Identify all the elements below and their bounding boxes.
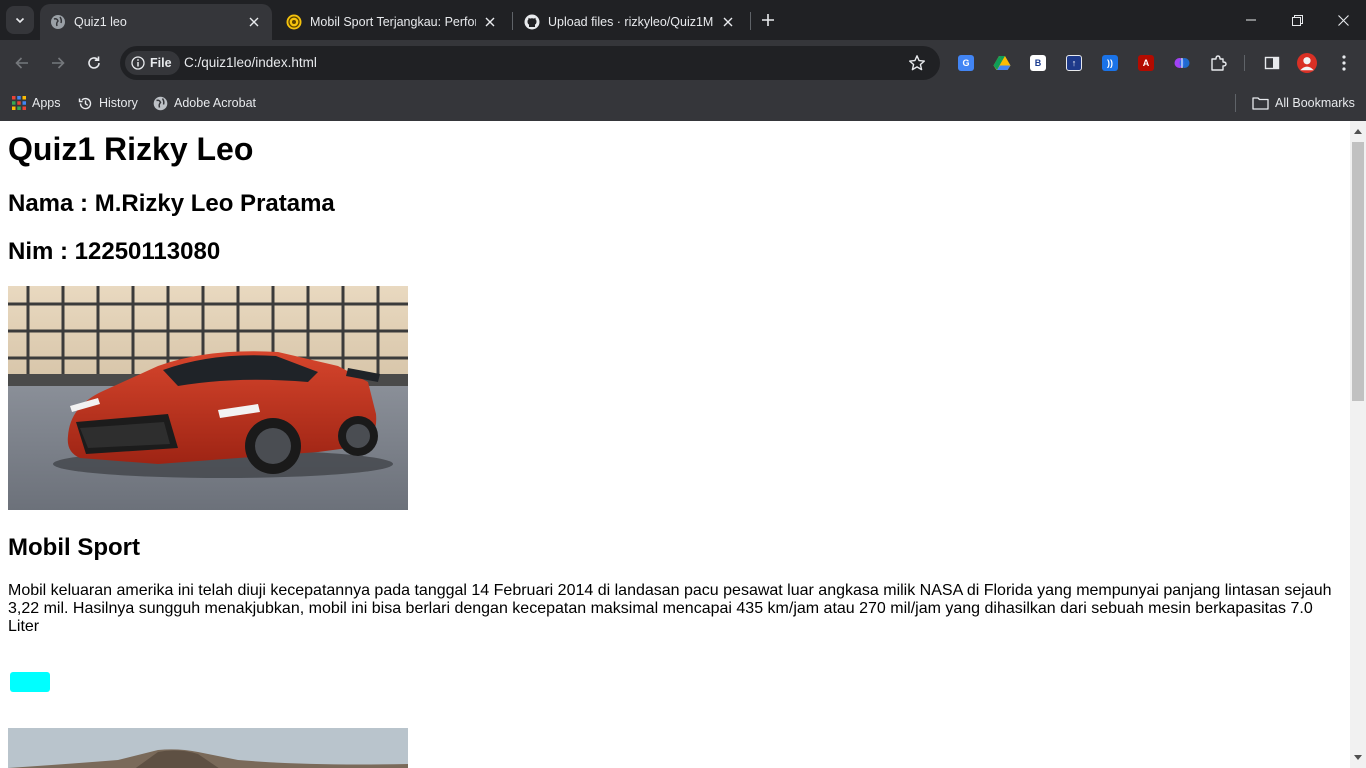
bookmark-label: Adobe Acrobat [174, 96, 257, 110]
cyan-button[interactable] [10, 672, 50, 692]
upload-ext-icon[interactable]: ↑ [1064, 53, 1084, 73]
scrollbar-thumb[interactable] [1352, 142, 1364, 401]
close-window-button[interactable] [1320, 0, 1366, 40]
toolbar-separator [1244, 55, 1245, 71]
bookmark-apps[interactable]: Apps [12, 92, 61, 114]
reload-icon [88, 56, 100, 69]
tab-strip: Quiz1 leo Mobil Sport Terjangkau: Perfor… [0, 0, 1366, 40]
section-title: Mobil Sport [8, 534, 140, 561]
url-text[interactable]: C:/quiz1leo/index.html [184, 55, 317, 70]
chip-label: File [150, 56, 172, 70]
history-icon [78, 97, 92, 109]
tab-separator [512, 12, 513, 30]
google-translate-icon[interactable]: G [956, 53, 976, 73]
scroll-down-arrow-icon[interactable] [1350, 750, 1366, 766]
mountain-image [8, 728, 408, 768]
back-button[interactable] [10, 51, 34, 75]
bookmark-adobe-acrobat[interactable]: Adobe Acrobat [153, 92, 256, 114]
reload-button[interactable] [82, 51, 106, 75]
all-bookmarks-button[interactable]: All Bookmarks [1252, 92, 1355, 114]
car-description: Mobil keluaran amerika ini telah diuji k… [8, 582, 1332, 635]
globe-icon [51, 15, 65, 29]
new-tab-button[interactable] [758, 10, 778, 30]
student-name: Nama : M.Rizky Leo Pratama [8, 190, 335, 217]
chevron-down-icon [15, 17, 25, 24]
student-nim: Nim : 12250113080 [8, 238, 221, 265]
close-tab-icon[interactable] [482, 14, 498, 30]
tab-title: Upload files · rizkyleo/Quiz1M.R [548, 15, 714, 29]
tab-title: Quiz1 leo [74, 15, 127, 29]
adobe-acrobat-icon[interactable]: A [1136, 53, 1156, 73]
bookmarks-separator [1235, 94, 1236, 112]
tab-mobil-sport[interactable]: Mobil Sport Terjangkau: Perform [276, 4, 508, 40]
bookmark-b-icon[interactable]: B [1028, 53, 1048, 73]
tab-title: Mobil Sport Terjangkau: Perform [310, 15, 476, 29]
tab-quiz1-leo[interactable]: Quiz1 leo [40, 4, 272, 40]
back-arrow-icon [15, 57, 28, 69]
apps-grid-icon [12, 96, 26, 110]
side-panel-icon[interactable] [1262, 53, 1282, 73]
minimize-icon [1246, 19, 1256, 21]
all-bookmarks-label: All Bookmarks [1275, 96, 1355, 110]
sports-car-image [8, 286, 408, 510]
close-tab-icon[interactable] [720, 14, 736, 30]
folder-icon [1252, 97, 1269, 110]
page-title: Quiz1 Rizky Leo [8, 131, 254, 167]
avatar[interactable] [1297, 53, 1317, 73]
close-tab-icon[interactable] [246, 14, 262, 30]
google-drive-icon[interactable] [992, 53, 1012, 73]
bookmark-label: History [99, 96, 138, 110]
forward-arrow-icon [52, 57, 65, 69]
bookmark-label: Apps [32, 96, 61, 110]
page-scrollbar[interactable] [1350, 121, 1366, 768]
bookmark-star-icon[interactable] [908, 54, 926, 72]
restore-button[interactable] [1274, 0, 1320, 40]
address-bar[interactable]: File C:/quiz1leo/index.html [120, 46, 940, 80]
tab-search-button[interactable] [6, 6, 34, 34]
github-icon [524, 14, 540, 30]
close-icon [1337, 14, 1349, 26]
bookmark-history[interactable]: History [78, 92, 138, 114]
tab-github-upload[interactable]: Upload files · rizkyleo/Quiz1M.R [514, 4, 746, 40]
scroll-up-arrow-icon[interactable] [1350, 123, 1366, 139]
globe-icon [153, 96, 168, 110]
wireless-ext-icon[interactable]: )) [1100, 53, 1120, 73]
plus-icon [762, 14, 774, 26]
site-logo-icon [286, 14, 302, 30]
site-info-chip[interactable]: File [125, 51, 180, 75]
page-viewport: Quiz1 Rizky Leo Nama : M.Rizky Leo Prata… [0, 121, 1350, 768]
browser-toolbar: File C:/quiz1leo/index.html G B ↑ )) A [0, 40, 1366, 86]
minimize-button[interactable] [1228, 0, 1274, 40]
tab-separator [750, 12, 751, 30]
brain-ext-icon[interactable] [1172, 53, 1192, 73]
puzzle-extensions-icon[interactable] [1208, 53, 1228, 73]
restore-icon [1291, 14, 1303, 26]
info-icon [131, 56, 145, 70]
bookmarks-bar: Apps History Adobe Acrobat All Bookmarks [0, 86, 1366, 121]
menu-kebab-icon[interactable] [1334, 53, 1354, 73]
forward-button[interactable] [46, 51, 70, 75]
